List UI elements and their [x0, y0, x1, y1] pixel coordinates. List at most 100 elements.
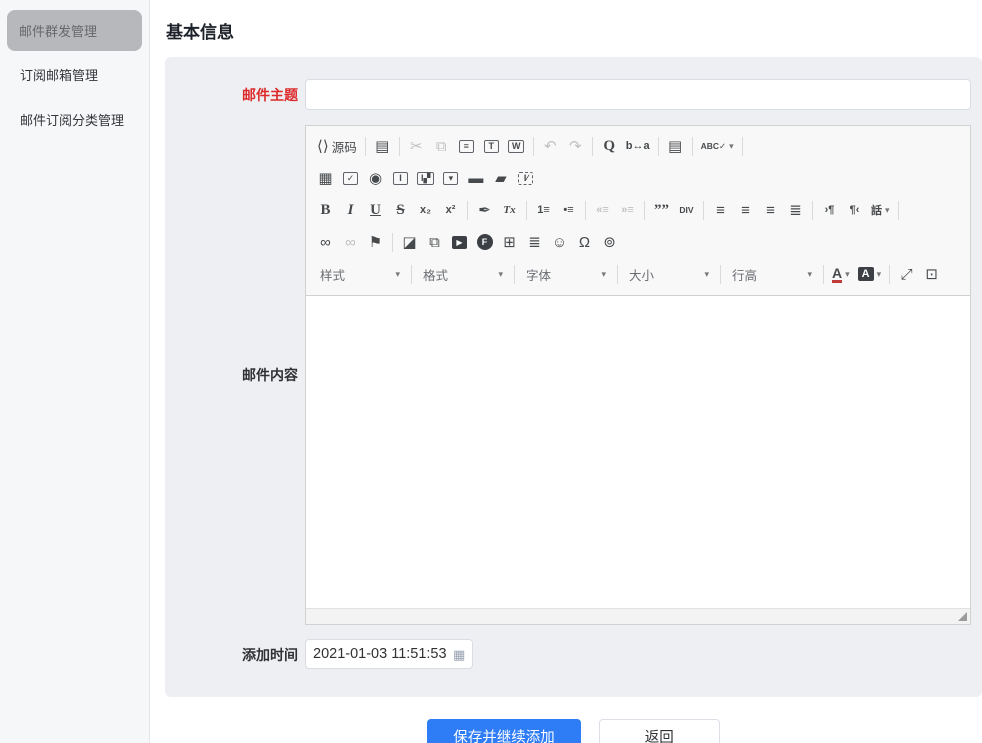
anchor-button[interactable]: ⚑: [364, 230, 387, 254]
align-right-button[interactable]: ≡: [759, 198, 782, 222]
format-dropdown[interactable]: 格式▾: [417, 262, 509, 286]
image-gallery-button[interactable]: ⧉: [423, 230, 446, 254]
paste-as-text-button[interactable]: T: [480, 134, 503, 158]
special-char-button[interactable]: Ω: [573, 230, 596, 254]
editor-resize-handle[interactable]: [958, 612, 967, 621]
footer-actions: 保存并继续添加 返回: [165, 719, 982, 743]
editor-toolbar: ⟨⟩源码▤✂⧉≡TW↶↷Qb↔a▤ABC✓▾▦✓◉II▞▾▬▰I∕BIUSx₂x…: [306, 126, 970, 296]
subject-row: 邮件主题: [165, 79, 971, 111]
maximize-button[interactable]: ⤢: [895, 262, 918, 286]
source-button[interactable]: ⟨⟩源码: [314, 134, 360, 158]
toolbar-separator: [703, 201, 704, 220]
textarea-button[interactable]: I▞: [414, 166, 437, 190]
toolbar-separator: [365, 137, 366, 156]
size-dropdown[interactable]: 大小▾: [623, 262, 715, 286]
paste-from-word-button[interactable]: W: [505, 134, 528, 158]
iframe-button[interactable]: ⊚: [598, 230, 621, 254]
link-button[interactable]: ∞: [314, 230, 337, 254]
calendar-icon[interactable]: ▦: [453, 648, 465, 661]
templates-button[interactable]: ▤: [371, 134, 394, 158]
text-color-button[interactable]: A▾: [829, 262, 853, 286]
italic-button[interactable]: I: [339, 198, 362, 222]
chevron-down-icon: ▾: [729, 141, 734, 152]
line-height-dropdown[interactable]: 行高▾: [726, 262, 818, 286]
video-button[interactable]: ▶: [448, 230, 471, 254]
chevron-down-icon: ▾: [885, 205, 890, 216]
copy-formatting-button[interactable]: ✒: [473, 198, 496, 222]
add-time-field: ▦: [305, 639, 473, 669]
remove-format-button[interactable]: Tx: [498, 198, 521, 222]
align-justify-button[interactable]: ≣: [784, 198, 807, 222]
button-button[interactable]: ▬: [464, 166, 487, 190]
toolbar-separator: [467, 201, 468, 220]
sidebar-item-subscribe-category[interactable]: 邮件订阅分类管理: [6, 98, 143, 141]
text-direction-rtl-button[interactable]: ¶‹: [843, 198, 866, 222]
radio-button[interactable]: ◉: [364, 166, 387, 190]
bold-button[interactable]: B: [314, 198, 337, 222]
chevron-down-icon: ▾: [704, 269, 709, 280]
bulleted-list-button[interactable]: •≡: [557, 198, 580, 222]
add-time-input[interactable]: [313, 646, 453, 662]
toolbar-separator: [399, 137, 400, 156]
sidebar-item-subscribe-mailbox[interactable]: 订阅邮箱管理: [6, 53, 143, 96]
form-button[interactable]: ▦: [314, 166, 337, 190]
toolbar-separator: [720, 265, 721, 284]
numbered-list-button[interactable]: 1≡: [532, 198, 555, 222]
toolbar-separator: [898, 201, 899, 220]
styles-dropdown[interactable]: 样式▾: [314, 262, 406, 286]
sidebar-item-mail-mass-send[interactable]: 邮件群发管理: [7, 10, 142, 51]
font-dropdown[interactable]: 字体▾: [520, 262, 612, 286]
subscript-button[interactable]: x₂: [414, 198, 437, 222]
subject-input[interactable]: [305, 79, 971, 110]
editor-content-area[interactable]: [306, 296, 970, 608]
image-button[interactable]: ◪: [398, 230, 421, 254]
undo-button: ↶: [539, 134, 562, 158]
strike-button[interactable]: S: [389, 198, 412, 222]
toolbar-separator: [514, 265, 515, 284]
superscript-button[interactable]: x²: [439, 198, 462, 222]
smiley-button[interactable]: ☺: [548, 230, 571, 254]
underline-button[interactable]: U: [364, 198, 387, 222]
bg-color-button[interactable]: A▾: [855, 262, 884, 286]
align-left-button[interactable]: ≡: [709, 198, 732, 222]
toolbar-separator: [658, 137, 659, 156]
div-container-button[interactable]: DIV: [675, 198, 698, 222]
editor-statusbar: [306, 608, 970, 624]
find-button[interactable]: Q: [598, 134, 621, 158]
form-panel: 邮件主题 邮件内容 ⟨⟩源码▤✂⧉≡TW↶↷Qb↔a▤ABC✓▾▦✓◉II▞▾▬…: [165, 57, 982, 697]
paste-button[interactable]: ≡: [455, 134, 478, 158]
rich-text-editor: ⟨⟩源码▤✂⧉≡TW↶↷Qb↔a▤ABC✓▾▦✓◉II▞▾▬▰I∕BIUSx₂x…: [305, 125, 971, 625]
toolbar-separator: [533, 137, 534, 156]
cut-button: ✂: [405, 134, 428, 158]
replace-button[interactable]: b↔a: [623, 134, 653, 158]
spellcheck-button[interactable]: ABC✓▾: [698, 134, 737, 158]
flash-button[interactable]: F: [473, 230, 496, 254]
image-button-button[interactable]: ▰: [489, 166, 512, 190]
unlink-button: ∞: [339, 230, 362, 254]
language-button[interactable]: 話▾: [868, 198, 893, 222]
blockquote-button[interactable]: ””: [650, 198, 673, 222]
toolbar-separator: [585, 201, 586, 220]
table-button[interactable]: ⊞: [498, 230, 521, 254]
main-content: 基本信息 邮件主题 邮件内容 ⟨⟩源码▤✂⧉≡TW↶↷Qb↔a▤ABC✓▾▦✓◉…: [150, 0, 982, 743]
horizontal-rule-button[interactable]: ≣: [523, 230, 546, 254]
app-window: 邮件群发管理 订阅邮箱管理 邮件订阅分类管理 基本信息 邮件主题 邮件内容 ⟨⟩…: [0, 0, 982, 743]
align-center-button[interactable]: ≡: [734, 198, 757, 222]
toolbar-separator: [617, 265, 618, 284]
toolbar-separator: [823, 265, 824, 284]
copy-button: ⧉: [430, 134, 453, 158]
show-blocks-button[interactable]: ⊡: [920, 262, 943, 286]
toolbar-separator: [526, 201, 527, 220]
hidden-field-button[interactable]: I∕: [514, 166, 537, 190]
indent-button: »≡: [616, 198, 639, 222]
textfield-button[interactable]: I: [389, 166, 412, 190]
select-button[interactable]: ▾: [439, 166, 462, 190]
select-all-button[interactable]: ▤: [664, 134, 687, 158]
redo-button: ↷: [564, 134, 587, 158]
save-and-continue-button[interactable]: 保存并继续添加: [427, 719, 581, 743]
outdent-button: «≡: [591, 198, 614, 222]
text-direction-ltr-button[interactable]: ›¶: [818, 198, 841, 222]
back-button[interactable]: 返回: [599, 719, 720, 743]
toolbar-separator: [889, 265, 890, 284]
checkbox-button[interactable]: ✓: [339, 166, 362, 190]
